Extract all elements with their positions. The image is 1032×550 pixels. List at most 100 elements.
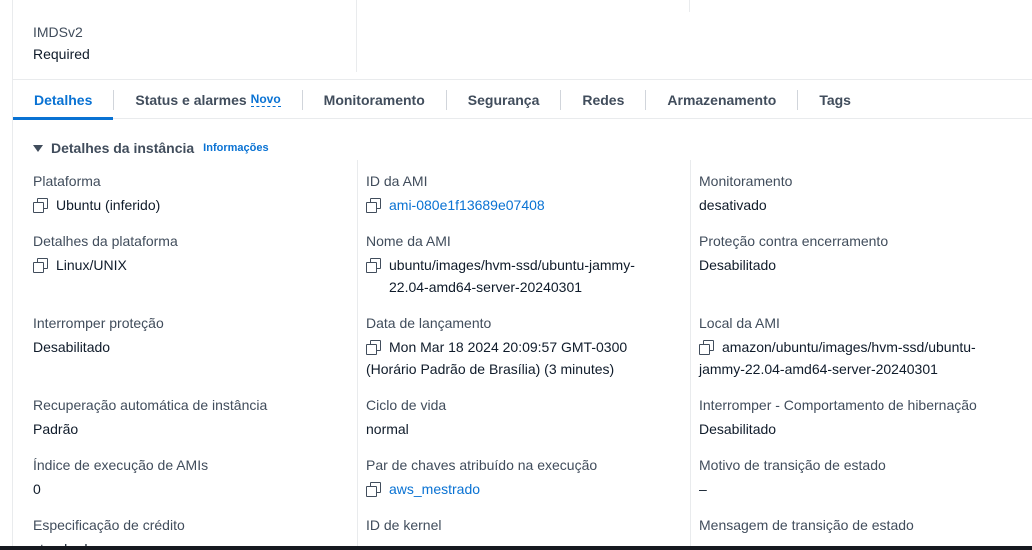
copy-icon[interactable] bbox=[366, 198, 381, 213]
field-value: normal bbox=[366, 418, 681, 440]
field-label: Ciclo de vida bbox=[366, 397, 447, 413]
hibernacao-value: Desabilitado bbox=[699, 421, 777, 437]
field-label: ID de kernel bbox=[366, 517, 442, 533]
instance-details-header[interactable]: Detalhes da instância Informações bbox=[33, 139, 269, 157]
plataforma-value: Ubuntu (inferido) bbox=[56, 197, 161, 213]
field-value: ami-080e1f13689e07408 bbox=[366, 194, 681, 216]
field-value: Desabilitado bbox=[33, 336, 343, 358]
tab-label: Monitoramento bbox=[323, 91, 425, 108]
copy-icon[interactable] bbox=[33, 198, 48, 213]
field-ami-id: ID da AMI ami-080e1f13689e07408 bbox=[366, 172, 681, 216]
field-label: Índice de execução de AMIs bbox=[33, 457, 209, 473]
tab-label: Redes bbox=[582, 91, 625, 108]
local-ami-value: amazon/ubuntu/images/hvm-ssd/ubuntu- jam… bbox=[699, 339, 976, 377]
nome-ami-value: ubuntu/images/hvm-ssd/ubuntu-jammy- 22.0… bbox=[389, 257, 635, 295]
field-indice-ami: Índice de execução de AMIs 0 bbox=[33, 456, 343, 500]
copy-icon[interactable] bbox=[366, 340, 381, 355]
field-label: ID da AMI bbox=[366, 173, 428, 189]
tab-detalhes[interactable]: Detalhes bbox=[13, 81, 114, 120]
field-label: Data de lançamento bbox=[366, 315, 492, 331]
field-value: desativado bbox=[699, 194, 1019, 216]
field-label: Interromper proteção bbox=[33, 315, 164, 331]
field-label: Local da AMI bbox=[699, 315, 780, 331]
column-divider bbox=[357, 160, 358, 550]
field-label: Plataforma bbox=[33, 173, 101, 189]
column-divider bbox=[690, 160, 691, 550]
caret-down-icon[interactable] bbox=[33, 145, 43, 152]
field-value: 0 bbox=[33, 478, 343, 500]
copy-icon[interactable] bbox=[366, 482, 381, 497]
tab-seguranca[interactable]: Segurança bbox=[447, 81, 561, 119]
field-recuperacao: Recuperação automática de instância Padr… bbox=[33, 396, 353, 440]
field-label: Motivo de transição de estado bbox=[699, 457, 886, 473]
tab-monitoramento[interactable]: Monitoramento bbox=[303, 81, 446, 119]
tab-label: Status e alarmes bbox=[135, 91, 247, 108]
indice-ami-value: 0 bbox=[33, 481, 41, 497]
field-value: Desabilitado bbox=[699, 418, 1024, 440]
field-label: Mensagem de transição de estado bbox=[699, 517, 914, 533]
protecao-encerramento-value: Desabilitado bbox=[699, 257, 777, 273]
field-label: Detalhes da plataforma bbox=[33, 233, 178, 249]
detalhes-plataforma-value: Linux/UNIX bbox=[56, 257, 127, 273]
field-value: ubuntu/images/hvm-ssd/ubuntu-jammy- 22.0… bbox=[366, 254, 681, 298]
par-chaves-link[interactable]: aws_mestrado bbox=[389, 478, 480, 500]
field-value: – bbox=[699, 478, 1019, 500]
field-value: aws_mestrado bbox=[366, 478, 681, 500]
field-label: Recuperação automática de instância bbox=[33, 397, 268, 413]
ciclo-vida-value: normal bbox=[366, 421, 409, 437]
field-kernel: ID de kernel bbox=[366, 516, 681, 534]
bottom-edge bbox=[0, 546, 1032, 550]
tab-label: Tags bbox=[819, 91, 851, 108]
field-par-chaves: Par de chaves atribuído na execução aws_… bbox=[366, 456, 681, 500]
column-divider bbox=[689, 0, 690, 12]
field-motivo-transicao: Motivo de transição de estado – bbox=[699, 456, 1019, 500]
tab-redes[interactable]: Redes bbox=[561, 81, 645, 119]
field-value: Linux/UNIX bbox=[33, 254, 343, 276]
field-value: Padrão bbox=[33, 418, 353, 440]
field-label: Proteção contra encerramento bbox=[699, 233, 889, 249]
imdsv2-label: IMDSv2 bbox=[33, 24, 83, 40]
field-credito: Especificação de crédito standard bbox=[33, 516, 343, 550]
field-detalhes-plataforma: Detalhes da plataforma Linux/UNIX bbox=[33, 232, 343, 276]
field-protecao-encerramento: Proteção contra encerramento Desabilitad… bbox=[699, 232, 1019, 276]
column-divider bbox=[356, 0, 357, 72]
instance-tabs: Detalhes Status e alarmes Novo Monitorame… bbox=[13, 81, 1032, 120]
field-value: Ubuntu (inferido) bbox=[33, 194, 343, 216]
field-label: Especificação de crédito bbox=[33, 517, 185, 533]
field-value: Desabilitado bbox=[699, 254, 1019, 276]
imdsv2-value: Required bbox=[33, 46, 90, 62]
field-label: Monitoramento bbox=[699, 173, 793, 189]
field-hibernacao: Interromper - Comportamento de hibernaçã… bbox=[699, 396, 1024, 440]
field-label: Nome da AMI bbox=[366, 233, 451, 249]
tab-status-alarmes[interactable]: Status e alarmes Novo bbox=[114, 81, 301, 119]
data-lancamento-value: Mon Mar 18 2024 20:09:57 GMT-0300 (Horár… bbox=[366, 339, 628, 377]
field-label: Par de chaves atribuído na execução bbox=[366, 457, 598, 473]
tab-tags[interactable]: Tags bbox=[798, 81, 872, 119]
tab-label: Armazenamento bbox=[667, 91, 777, 108]
monitoramento-value: desativado bbox=[699, 197, 767, 213]
tab-armazenamento[interactable]: Armazenamento bbox=[646, 81, 797, 119]
field-ciclo-vida: Ciclo de vida normal bbox=[366, 396, 681, 440]
field-monitoramento: Monitoramento desativado bbox=[699, 172, 1019, 216]
field-value: Mon Mar 18 2024 20:09:57 GMT-0300 (Horár… bbox=[366, 336, 681, 380]
section-title: Detalhes da instância bbox=[51, 140, 195, 156]
copy-icon[interactable] bbox=[33, 258, 48, 273]
field-data-lancamento: Data de lançamento Mon Mar 18 2024 20:09… bbox=[366, 314, 681, 380]
copy-icon[interactable] bbox=[366, 258, 381, 273]
field-local-ami: Local da AMI amazon/ubuntu/images/hvm-ss… bbox=[699, 314, 1024, 380]
new-badge: Novo bbox=[250, 92, 281, 107]
top-details-section: IMDSv2 Required bbox=[13, 0, 1032, 80]
info-link[interactable]: Informações bbox=[203, 142, 268, 154]
ami-id-link[interactable]: ami-080e1f13689e07408 bbox=[389, 194, 545, 216]
field-mensagem-transicao: Mensagem de transição de estado bbox=[699, 516, 1019, 534]
field-interromper-protecao: Interromper proteção Desabilitado bbox=[33, 314, 343, 358]
copy-icon[interactable] bbox=[699, 340, 714, 355]
interromper-protecao-value: Desabilitado bbox=[33, 339, 111, 355]
field-value: amazon/ubuntu/images/hvm-ssd/ubuntu- jam… bbox=[699, 336, 1024, 380]
field-label: Interromper - Comportamento de hibernaçã… bbox=[699, 397, 977, 413]
recuperacao-value: Padrão bbox=[33, 421, 79, 437]
field-plataforma: Plataforma Ubuntu (inferido) bbox=[33, 172, 343, 216]
motivo-transicao-value: – bbox=[699, 481, 707, 497]
field-nome-ami: Nome da AMI ubuntu/images/hvm-ssd/ubuntu… bbox=[366, 232, 681, 298]
tab-label: Segurança bbox=[467, 91, 540, 108]
